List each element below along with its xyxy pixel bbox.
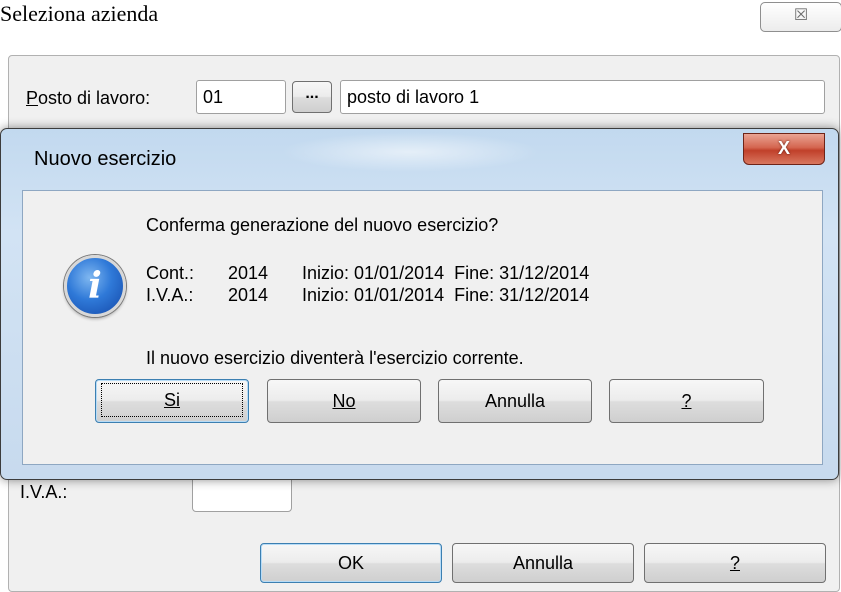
posto-di-lavoro-label: Posto di lavoro: (26, 88, 151, 108)
current-year-note: Il nuovo esercizio diventerà l'esercizio… (146, 348, 524, 368)
close-icon: X (777, 138, 790, 158)
help-button[interactable]: ? (644, 543, 826, 583)
dialog-title: Nuovo esercizio (34, 148, 177, 170)
window-title: Seleziona azienda (0, 1, 159, 26)
cont-range: Inizio: 01/01/2014 Fine: 31/12/2014 (302, 263, 590, 283)
no-button[interactable]: No (267, 379, 421, 423)
browse-button[interactable]: ... (292, 81, 332, 113)
dialog-help-button[interactable]: ? (609, 379, 764, 423)
cancel-button[interactable]: Annulla (452, 543, 634, 583)
dialog-close-button[interactable]: X (743, 133, 825, 165)
confirm-question: Conferma generazione del nuovo esercizio… (146, 215, 499, 235)
iva-year: 2014 (228, 285, 269, 305)
close-icon: ☒ (793, 7, 809, 24)
info-icon: i (64, 255, 126, 317)
iva-row-label: I.V.A.: (146, 285, 194, 305)
iva-label: I.V.A.: (20, 482, 68, 502)
dialog-cancel-button[interactable]: Annulla (438, 379, 592, 423)
title-glow (280, 132, 540, 172)
posto-code-field[interactable]: 01 (196, 80, 286, 114)
yes-button[interactable]: Si (95, 379, 249, 423)
iva-range: Inizio: 01/01/2014 Fine: 31/12/2014 (302, 285, 590, 305)
ok-button[interactable]: OK (260, 543, 442, 583)
window-close-button[interactable]: ☒ (760, 2, 841, 32)
posto-name-field: posto di lavoro 1 (340, 80, 825, 114)
cont-year: 2014 (228, 263, 269, 283)
cont-label: Cont.: (146, 263, 195, 283)
